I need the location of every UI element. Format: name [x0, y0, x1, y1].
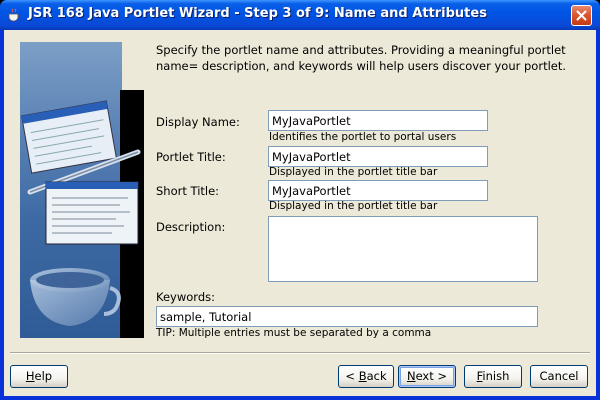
finish-button[interactable]: Finish: [464, 365, 522, 388]
cancel-button[interactable]: Cancel: [530, 365, 588, 388]
display-name-label: Display Name:: [156, 115, 240, 129]
wizard-window: JSR 168 Java Portlet Wizard - Step 3 of …: [0, 0, 600, 400]
keywords-tip: TIP: Multiple entries must be separated …: [156, 327, 432, 339]
window-frame-right: [596, 30, 600, 400]
back-rest: ack: [366, 369, 387, 383]
next-rest: ext >: [415, 369, 448, 383]
title-bar[interactable]: JSR 168 Java Portlet Wizard - Step 3 of …: [0, 0, 600, 30]
display-name-input[interactable]: [268, 110, 488, 131]
portlet-title-input[interactable]: [268, 146, 488, 167]
intro-text: Specify the portlet name and attributes.…: [156, 43, 567, 73]
keywords-input[interactable]: [156, 306, 538, 327]
close-button[interactable]: [571, 5, 592, 26]
portlet-title-hint: Displayed in the portlet title bar: [269, 166, 438, 178]
button-separator: [10, 352, 590, 354]
java-coffee-illustration: [20, 42, 144, 338]
finish-rest: inish: [482, 369, 510, 383]
dialog-body: Specify the portlet name and attributes.…: [4, 30, 596, 396]
window-frame-bottom: [0, 396, 600, 400]
display-name-hint: Identifies the portlet to portal users: [269, 131, 457, 143]
back-button[interactable]: < Back: [338, 365, 394, 388]
short-title-input[interactable]: [268, 180, 488, 201]
short-title-hint: Displayed in the portlet title bar: [269, 200, 438, 212]
portlet-title-label: Portlet Title:: [156, 150, 226, 164]
next-mnemonic: N: [406, 369, 416, 383]
coffee-cup-icon: [6, 7, 22, 23]
help-button[interactable]: Help: [10, 365, 68, 388]
back-mnemonic: B: [358, 369, 367, 383]
back-prefix: <: [345, 369, 359, 383]
window-title: JSR 168 Java Portlet Wizard - Step 3 of …: [28, 6, 487, 21]
help-mnemonic: H: [25, 369, 35, 383]
next-button[interactable]: Next >: [398, 365, 456, 388]
short-title-label: Short Title:: [156, 184, 220, 198]
illustration-graphics: [21, 100, 141, 326]
keywords-label: Keywords:: [156, 290, 215, 304]
close-icon: [576, 10, 587, 21]
help-rest: elp: [34, 369, 53, 383]
description-textarea[interactable]: [268, 216, 538, 282]
description-label: Description:: [156, 220, 226, 234]
